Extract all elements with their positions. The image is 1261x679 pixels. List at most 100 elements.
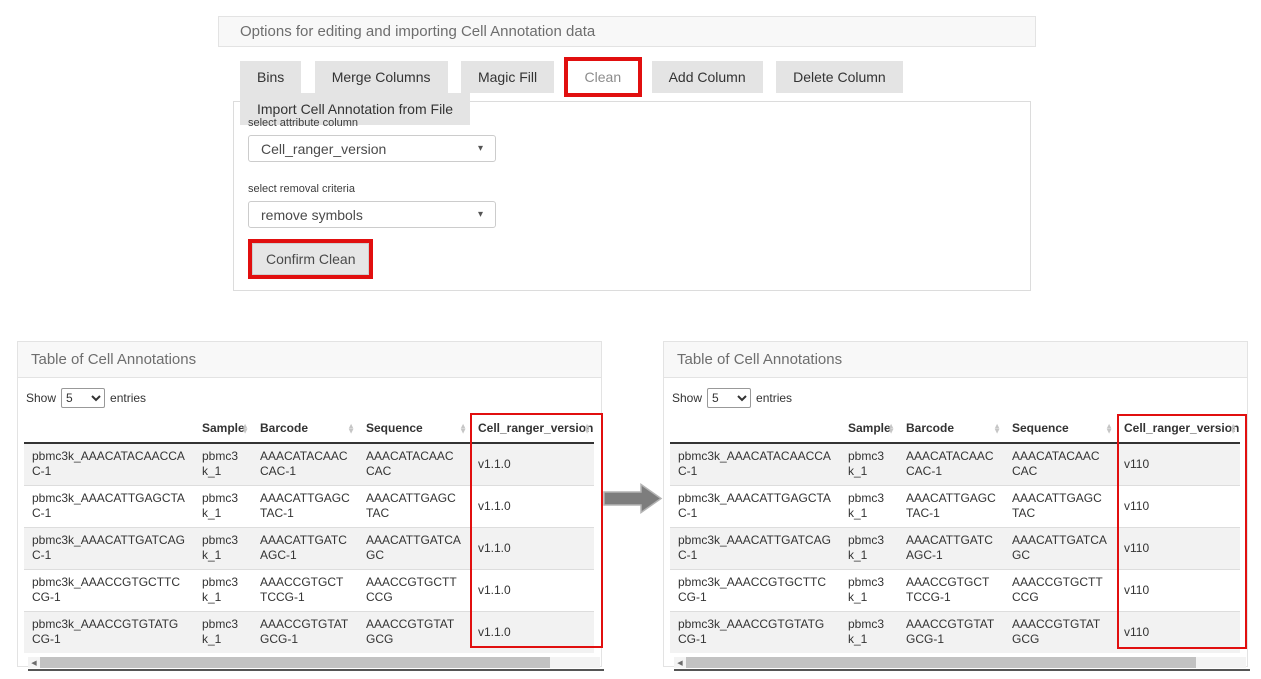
cell-sample: pbmc3k_1 (840, 611, 898, 653)
sort-icon: ▲▼ (887, 423, 895, 433)
scroll-left-icon[interactable]: ◀ (28, 659, 40, 667)
table-header-row: Sample▲▼ Barcode▲▼ Sequence▲▼ Cell_range… (24, 415, 594, 443)
cell-sequence: AAACATACAACCAC (1004, 443, 1116, 485)
options-tabs: Bins Merge Columns Magic Fill Clean Add … (240, 61, 1036, 95)
cell-sequence: AAACCGTGTATGCG (358, 611, 470, 653)
table-row: pbmc3k_AAACATTGAGCTAC-1 pbmc3k_1 AAACATT… (670, 485, 1240, 527)
sort-icon: ▲▼ (459, 423, 467, 433)
before-after-arrow-icon (603, 483, 663, 520)
sort-icon: ▲▼ (1105, 423, 1113, 433)
cell-sample: pbmc3k_1 (840, 443, 898, 485)
cell-sequence: AAACCGTGTATGCG (1004, 611, 1116, 653)
horizontal-scrollbar[interactable]: ◀ (28, 657, 600, 668)
scrollbar-thumb[interactable] (686, 657, 1196, 668)
removal-criteria-label: select removal criteria (248, 183, 1030, 195)
cell-annotation-table-before: Sample▲▼ Barcode▲▼ Sequence▲▼ Cell_range… (24, 415, 594, 653)
cell-barcode: AAACCGTGCTTCCG-1 (252, 569, 358, 611)
removal-criteria-value: remove symbols (261, 207, 363, 223)
cell-sample: pbmc3k_1 (194, 569, 252, 611)
cell-sample: pbmc3k_1 (840, 569, 898, 611)
removal-criteria-select[interactable]: remove symbols ▾ (248, 201, 496, 228)
cell-barcode: AAACATACAACCAC-1 (252, 443, 358, 485)
tab-add-column[interactable]: Add Column (652, 61, 763, 93)
scrollbar-thumb[interactable] (40, 657, 550, 668)
cell-version: v110 (1116, 611, 1240, 653)
attribute-column-value: Cell_ranger_version (261, 141, 386, 157)
cell-rowname: pbmc3k_AAACATACAACCAC-1 (670, 443, 840, 485)
cell-barcode: AAACCGTGCTTCCG-1 (898, 569, 1004, 611)
cell-version: v1.1.0 (470, 485, 594, 527)
attribute-column-select[interactable]: Cell_ranger_version ▾ (248, 135, 496, 162)
table-panel-before: Table of Cell Annotations Show 5 entries… (17, 341, 602, 667)
cell-barcode: AAACATTGAGCTAC-1 (898, 485, 1004, 527)
cell-barcode: AAACATACAACCAC-1 (898, 443, 1004, 485)
table-bottom-border (28, 669, 604, 671)
confirm-clean-button[interactable]: Confirm Clean (252, 243, 369, 275)
cell-rowname: pbmc3k_AAACCGTGCTTCCG-1 (24, 569, 194, 611)
cell-sequence: AAACATACAACCAC (358, 443, 470, 485)
horizontal-scrollbar[interactable]: ◀ (674, 657, 1246, 668)
table-row: pbmc3k_AAACATTGAGCTAC-1 pbmc3k_1 AAACATT… (24, 485, 594, 527)
sort-icon: ▲▼ (993, 423, 1001, 433)
table-row: pbmc3k_AAACCGTGCTTCCG-1 pbmc3k_1 AAACCGT… (670, 569, 1240, 611)
caret-down-icon: ▾ (478, 209, 483, 220)
cell-version: v1.1.0 (470, 569, 594, 611)
cell-rowname: pbmc3k_AAACATTGATCAGC-1 (670, 527, 840, 569)
col-header-sequence[interactable]: Sequence▲▼ (1004, 415, 1116, 443)
tab-magic-fill[interactable]: Magic Fill (461, 61, 554, 93)
show-entries-row: Show 5 entries (26, 388, 601, 408)
cell-sample: pbmc3k_1 (194, 527, 252, 569)
caret-down-icon: ▾ (478, 143, 483, 154)
cell-rowname: pbmc3k_AAACATTGAGCTAC-1 (670, 485, 840, 527)
page-size-select[interactable]: 5 (707, 388, 751, 408)
cell-sequence: AAACCGTGCTTCCG (358, 569, 470, 611)
sort-icon: ▲▼ (241, 423, 249, 433)
cell-barcode: AAACATTGAGCTAC-1 (252, 485, 358, 527)
page-size-select[interactable]: 5 (61, 388, 105, 408)
col-header-version[interactable]: Cell_ranger_version▲▼ (1116, 415, 1240, 443)
tab-delete-column[interactable]: Delete Column (776, 61, 903, 93)
cell-version: v1.1.0 (470, 443, 594, 485)
cell-barcode: AAACATTGATCAGC-1 (252, 527, 358, 569)
table-header-row: Sample▲▼ Barcode▲▼ Sequence▲▼ Cell_range… (670, 415, 1240, 443)
cell-version: v1.1.0 (470, 611, 594, 653)
show-entries-row: Show 5 entries (672, 388, 1247, 408)
col-header-sample[interactable]: Sample▲▼ (840, 415, 898, 443)
col-header-rowname (24, 415, 194, 443)
col-header-barcode[interactable]: Barcode▲▼ (252, 415, 358, 443)
tab-clean[interactable]: Clean (568, 61, 639, 93)
sort-icon: ▲▼ (1229, 423, 1237, 433)
table-row: pbmc3k_AAACCGTGTATGCG-1 pbmc3k_1 AAACCGT… (24, 611, 594, 653)
cell-barcode: AAACATTGATCAGC-1 (898, 527, 1004, 569)
table-panel-after: Table of Cell Annotations Show 5 entries… (663, 341, 1248, 667)
table-row: pbmc3k_AAACATTGATCAGC-1 pbmc3k_1 AAACATT… (670, 527, 1240, 569)
entries-label: entries (756, 391, 792, 405)
cell-rowname: pbmc3k_AAACATTGAGCTAC-1 (24, 485, 194, 527)
cell-rowname: pbmc3k_AAACATTGATCAGC-1 (24, 527, 194, 569)
cell-sequence: AAACATTGAGCTAC (1004, 485, 1116, 527)
tab-bins[interactable]: Bins (240, 61, 301, 93)
cell-sample: pbmc3k_1 (840, 485, 898, 527)
table-row: pbmc3k_AAACATTGATCAGC-1 pbmc3k_1 AAACATT… (24, 527, 594, 569)
show-label: Show (26, 391, 56, 405)
cell-rowname: pbmc3k_AAACATACAACCAC-1 (24, 443, 194, 485)
scroll-left-icon[interactable]: ◀ (674, 659, 686, 667)
table-bottom-border (674, 669, 1250, 671)
cell-sequence: AAACATTGATCAGC (1004, 527, 1116, 569)
col-header-rowname (670, 415, 840, 443)
table-row: pbmc3k_AAACCGTGTATGCG-1 pbmc3k_1 AAACCGT… (670, 611, 1240, 653)
table-row: pbmc3k_AAACCGTGCTTCCG-1 pbmc3k_1 AAACCGT… (24, 569, 594, 611)
col-header-barcode[interactable]: Barcode▲▼ (898, 415, 1004, 443)
table-panel-after-body: Show 5 entries Sample▲▼ Barcode▲▼ Sequen… (664, 378, 1247, 671)
sort-icon: ▲▼ (347, 423, 355, 433)
tab-merge-columns[interactable]: Merge Columns (315, 61, 448, 93)
col-header-sample[interactable]: Sample▲▼ (194, 415, 252, 443)
col-header-version[interactable]: Cell_ranger_version▲▼ (470, 415, 594, 443)
col-header-sequence[interactable]: Sequence▲▼ (358, 415, 470, 443)
show-label: Show (672, 391, 702, 405)
page: Options for editing and importing Cell A… (0, 0, 1261, 679)
table-row: pbmc3k_AAACATACAACCAC-1 pbmc3k_1 AAACATA… (24, 443, 594, 485)
cell-sample: pbmc3k_1 (194, 485, 252, 527)
cell-version: v110 (1116, 569, 1240, 611)
cell-version: v110 (1116, 527, 1240, 569)
